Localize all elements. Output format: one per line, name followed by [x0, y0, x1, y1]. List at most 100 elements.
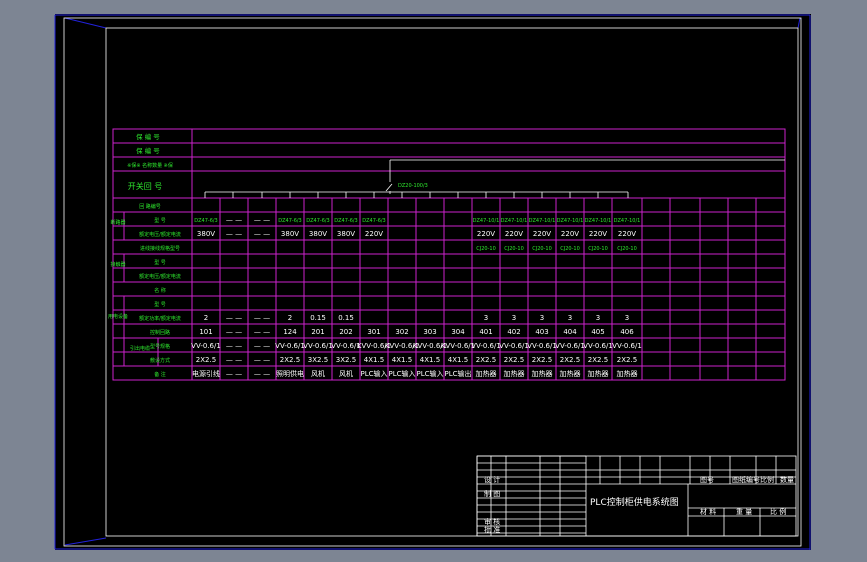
power-cell-6: 0.15: [310, 314, 326, 322]
note-cell-5: 照明供电: [276, 369, 304, 378]
row-label-9: 控制回路: [150, 329, 170, 336]
group-label-cable: 引出电缆: [130, 345, 150, 352]
title-label-material: 材 料: [700, 507, 716, 516]
size-cell-1: 2X2.5: [196, 356, 216, 364]
voltage-cell-16: 220V: [589, 230, 607, 238]
note-cell-11: PLC输出: [444, 369, 471, 378]
size-cell-12: 2X2.5: [476, 356, 496, 364]
group-label-load: 用电设备: [108, 313, 128, 320]
note-cell-1: 电源引线: [192, 369, 220, 378]
voltage-cell-14: 220V: [533, 230, 551, 238]
row-label-8: 额定功率/额定电流: [139, 315, 181, 322]
size-cell-14: 2X2.5: [532, 356, 552, 364]
power-cell-1: 2: [204, 314, 208, 322]
circuit-cell-17: 406: [620, 328, 634, 336]
note-cell-12: 加热器: [476, 369, 497, 378]
cad-drawing-canvas: 保 编 号保 编 号※保※ 名称数量 ※保开关回 号回 路编号DZ20-100/…: [54, 14, 811, 550]
spare-dash: — —: [254, 356, 270, 364]
breaker_model-cell-16: DZ47-10/1: [585, 218, 612, 224]
circuit-cell-16: 405: [591, 328, 604, 336]
voltage-cell-13: 220V: [505, 230, 523, 238]
power-cell-15: 3: [568, 314, 572, 322]
circuit-cell-6: 201: [311, 328, 324, 336]
title-label-draw: 制 图: [484, 489, 500, 498]
title-label-drawing-code: 图纸编号: [732, 475, 760, 484]
spare-dash: — —: [254, 328, 270, 336]
group-label-breaker: 断路器: [110, 219, 125, 226]
spare-dash: — —: [226, 370, 242, 378]
circuit-cell-9: 302: [395, 328, 408, 336]
header-label-2: 保 编 号: [136, 146, 160, 155]
power-cell-16: 3: [596, 314, 600, 322]
title-label-ratio: 比 例: [770, 507, 786, 516]
spare-dash: — —: [254, 342, 270, 350]
note-cell-8: PLC输入: [360, 369, 387, 378]
power-cell-13: 3: [512, 314, 516, 322]
spare-dash: — —: [226, 356, 242, 364]
row-label-5: 额定电压/额定电流: [139, 273, 181, 280]
row-label-11: 敷设方式: [150, 357, 170, 364]
spare-dash: — —: [254, 314, 270, 322]
row-label-3: 进线接线规格型号: [140, 245, 180, 252]
breaker_model-cell-1: DZ47-6/3: [194, 218, 218, 224]
voltage-cell-8: 220V: [365, 230, 383, 238]
header-label-switch: 开关回 号: [128, 181, 163, 191]
breaker_model-cell-14: DZ47-10/1: [529, 218, 556, 224]
voltage-cell-5: 380V: [281, 230, 299, 238]
row-label-1: 型 号: [154, 217, 166, 224]
spare-dash: — —: [226, 342, 242, 350]
breaker_model-cell-17: DZ47-10/1: [614, 218, 641, 224]
spare-dash: — —: [226, 328, 242, 336]
contactor-cell-16: CJ20-10: [588, 246, 608, 252]
header-label-3: ※保※ 名称数量 ※保: [127, 162, 173, 169]
cable-cell-16: VV-0.6/1: [583, 342, 613, 350]
row-label-2: 额定电压/额定电流: [139, 231, 181, 238]
title-label-approve: 批 准: [484, 525, 500, 534]
power-cell-5: 2: [288, 314, 292, 322]
cable-cell-17: VV-0.6/1: [612, 342, 642, 350]
circuit-cell-5: 124: [283, 328, 297, 336]
contactor-cell-14: CJ20-10: [532, 246, 552, 252]
size-cell-9: 4X1.5: [392, 356, 412, 364]
voltage-cell-17: 220V: [618, 230, 636, 238]
title-label-review: 审 核: [484, 517, 500, 526]
size-cell-17: 2X2.5: [617, 356, 637, 364]
spare-dash: — —: [254, 230, 270, 238]
circuit-cell-14: 403: [535, 328, 548, 336]
voltage-cell-12: 220V: [477, 230, 495, 238]
title-label-design: 设 计: [484, 475, 500, 484]
group-label-contactor: 接触器: [110, 261, 125, 268]
row-label-4: 型 号: [154, 259, 166, 266]
note-cell-14: 加热器: [532, 369, 553, 378]
spare-dash: — —: [254, 216, 270, 224]
cable-cell-6: VV-0.6/1: [303, 342, 333, 350]
cable-cell-14: VV-0.6/1: [527, 342, 557, 350]
cable-cell-1: VV-0.6/1: [191, 342, 221, 350]
header-label-1: 保 编 号: [136, 132, 160, 141]
breaker_model-cell-6: DZ47-6/3: [306, 218, 330, 224]
row-label-6: 名 称: [154, 287, 166, 294]
size-cell-7: 3X2.5: [336, 356, 356, 364]
size-cell-11: 4X1.5: [448, 356, 468, 364]
note-cell-7: 风机: [339, 369, 353, 378]
voltage-cell-15: 220V: [561, 230, 579, 238]
voltage-cell-7: 380V: [337, 230, 355, 238]
circuit-cell-7: 202: [339, 328, 352, 336]
spare-dash: — —: [226, 216, 242, 224]
size-cell-13: 2X2.5: [504, 356, 524, 364]
circuit-cell-13: 402: [507, 328, 520, 336]
cable-cell-13: VV-0.6/1: [499, 342, 529, 350]
circuit-cell-10: 303: [423, 328, 436, 336]
contactor-cell-13: CJ20-10: [504, 246, 524, 252]
title-label-quantity: 数量: [780, 475, 794, 484]
breaker_model-cell-15: DZ47-10/1: [557, 218, 584, 224]
breaker_model-cell-5: DZ47-6/3: [278, 218, 302, 224]
contactor-cell-12: CJ20-10: [476, 246, 496, 252]
breaker_model-cell-8: DZ47-6/3: [362, 218, 386, 224]
cable-cell-12: VV-0.6/1: [471, 342, 501, 350]
size-cell-6: 3X2.5: [308, 356, 328, 364]
size-cell-10: 4X1.5: [420, 356, 440, 364]
size-cell-8: 4X1.5: [364, 356, 384, 364]
row-label-12: 备 注: [154, 371, 166, 378]
spare-dash: — —: [254, 370, 270, 378]
